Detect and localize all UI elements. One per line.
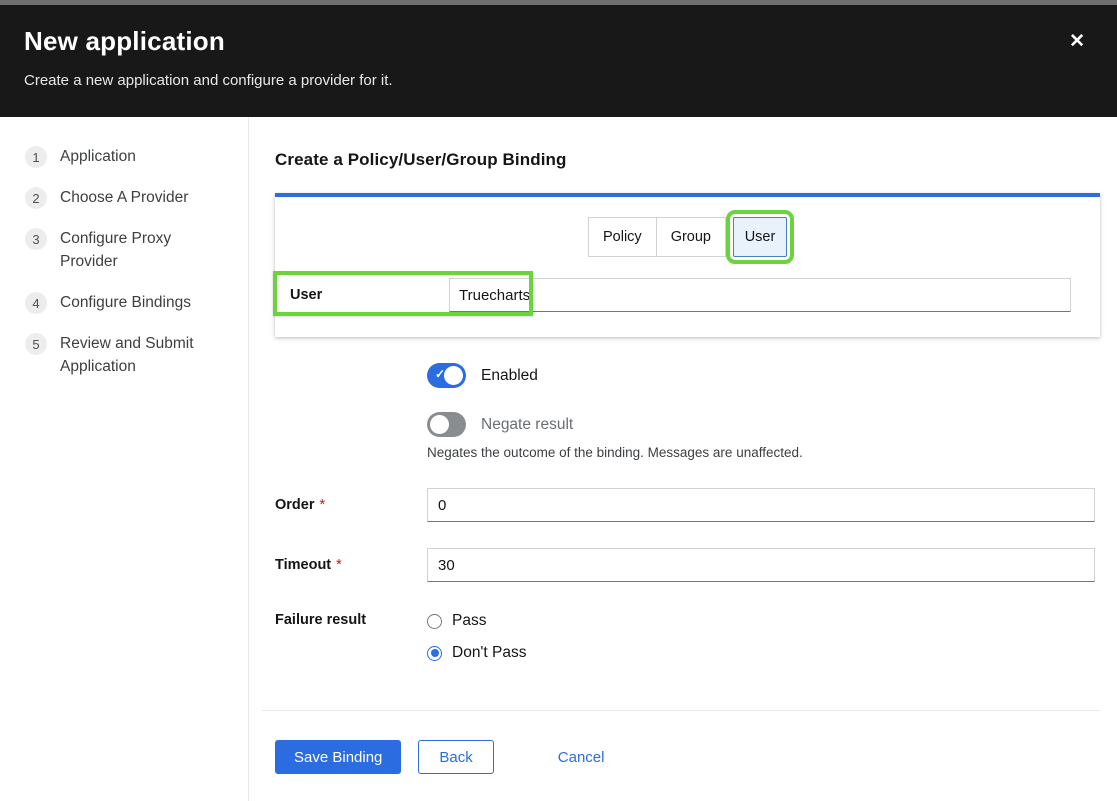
step-number: 3 [25,228,47,250]
modal-body: 1 Application 2 Choose A Provider 3 Conf… [0,117,1117,801]
negate-help-text: Negates the outcome of the binding. Mess… [427,445,1100,460]
enabled-toggle[interactable]: ✓ [427,363,466,388]
negate-result-toggle[interactable]: ✓ [427,412,466,437]
close-button[interactable]: ✕ [1069,32,1085,51]
cancel-link[interactable]: Cancel [558,740,605,774]
user-select[interactable]: Truecharts [449,278,1071,312]
wizard-step-review-submit[interactable]: 5 Review and Submit Application [25,332,238,378]
timeout-field-row: Timeout* [275,548,1100,582]
modal-subtitle: Create a new application and configure a… [24,72,1093,89]
failure-result-row: Failure result Pass Don't Pass [275,612,1100,662]
failure-result-label: Failure result [275,612,427,628]
step-label: Configure Proxy Provider [60,227,210,273]
wizard-step-configure-proxy-provider[interactable]: 3 Configure Proxy Provider [25,227,238,273]
wizard-step-application[interactable]: 1 Application [25,145,238,168]
enabled-toggle-row: ✓ Enabled [427,363,1100,388]
timeout-input[interactable] [427,548,1095,582]
step-number: 4 [25,292,47,314]
step-number: 2 [25,187,47,209]
save-binding-button[interactable]: Save Binding [275,740,401,774]
toggle-knob [430,415,449,434]
radio-option-dont-pass[interactable]: Don't Pass [427,644,526,662]
modal-header: New application Create a new application… [0,5,1117,117]
close-icon: ✕ [1069,31,1085,52]
failure-result-options: Pass Don't Pass [427,612,526,662]
negate-toggle-row: ✓ Negate result [427,412,1100,437]
order-field-label: Order* [275,497,427,513]
enabled-toggle-label: Enabled [481,367,538,385]
order-field-row: Order* [275,488,1100,522]
tab-group[interactable]: Group [656,217,726,257]
step-label: Configure Bindings [60,291,191,314]
step-label: Review and Submit Application [60,332,210,378]
modal-footer: Save Binding Back Cancel [275,740,1100,799]
wizard-content: Create a Policy/User/Group Binding Polic… [249,117,1117,801]
user-field-label: User [290,287,449,303]
radio-dont-pass-label[interactable]: Don't Pass [452,644,526,662]
footer-divider [262,710,1100,711]
step-number: 5 [25,333,47,355]
step-number: 1 [25,146,47,168]
step-label: Application [60,145,136,168]
negate-result-toggle-label: Negate result [481,416,573,434]
radio-option-pass[interactable]: Pass [427,612,526,630]
radio-pass[interactable] [427,614,442,629]
required-asterisk: * [320,497,326,513]
tab-user[interactable]: User [733,217,787,257]
wizard-step-choose-provider[interactable]: 2 Choose A Provider [25,186,238,209]
wizard-steps-sidebar: 1 Application 2 Choose A Provider 3 Conf… [0,117,249,801]
binding-target-card: Policy Group User User Truecharts [275,193,1100,337]
form-title: Create a Policy/User/Group Binding [275,150,1100,170]
user-select-value: Truecharts [459,287,530,304]
order-input[interactable] [427,488,1095,522]
radio-dont-pass[interactable] [427,646,442,661]
step-label: Choose A Provider [60,186,188,209]
modal-title: New application [24,24,1093,58]
binding-type-toggle-group: Policy Group User [275,217,1100,257]
required-asterisk: * [336,557,342,573]
wizard-step-configure-bindings[interactable]: 4 Configure Bindings [25,291,238,314]
user-binding-row: User Truecharts [275,278,1100,312]
timeout-field-label: Timeout* [275,557,427,573]
radio-pass-label[interactable]: Pass [452,612,486,630]
tab-policy[interactable]: Policy [588,217,657,257]
back-button[interactable]: Back [418,740,493,774]
toggle-knob [444,366,463,385]
binding-form: ✓ Enabled ✓ Negate result Negates the ou… [275,363,1100,662]
